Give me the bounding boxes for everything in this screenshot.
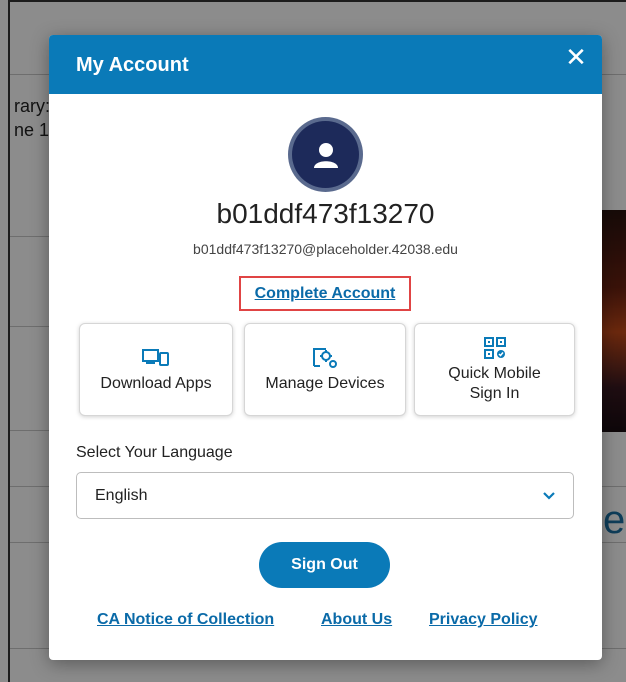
chevron-down-icon [543, 487, 555, 505]
close-icon: ✕ [565, 43, 587, 73]
quick-mobile-sign-in-button[interactable]: Quick Mobile Sign In [414, 323, 575, 416]
tile-label: Download Apps [100, 374, 212, 392]
device-settings-icon [312, 346, 338, 370]
tile-label-line: Quick Mobile [448, 364, 541, 382]
manage-devices-button[interactable]: Manage Devices [244, 323, 406, 416]
devices-icon [142, 346, 170, 370]
close-button[interactable]: ✕ [564, 45, 588, 73]
tile-label: Manage Devices [265, 374, 385, 392]
user-icon [292, 121, 359, 188]
privacy-policy-link[interactable]: Privacy Policy [429, 611, 538, 629]
about-us-link[interactable]: About Us [321, 611, 392, 629]
sign-out-button[interactable]: Sign Out [259, 542, 390, 588]
language-selected-value: English [95, 486, 148, 504]
download-apps-button[interactable]: Download Apps [79, 323, 233, 416]
username: b01ddf473f13270 [216, 198, 435, 229]
tile-label: Quick Mobile Sign In [448, 364, 540, 404]
modal-header: My Account ✕ [49, 35, 602, 94]
qr-code-icon [483, 336, 506, 360]
complete-account-link[interactable]: Complete Account [239, 276, 411, 311]
my-account-modal: My Account ✕ b01ddf473f13270 b01ddf473f1… [49, 35, 602, 660]
modal-title: My Account [76, 54, 189, 76]
language-select[interactable]: English [76, 472, 574, 519]
ca-notice-link[interactable]: CA Notice of Collection [97, 611, 274, 629]
user-email: b01ddf473f13270@placeholder.42038.edu [193, 241, 458, 257]
tile-label-line: Sign In [469, 384, 520, 402]
avatar [288, 117, 363, 192]
language-label: Select Your Language [76, 444, 233, 461]
